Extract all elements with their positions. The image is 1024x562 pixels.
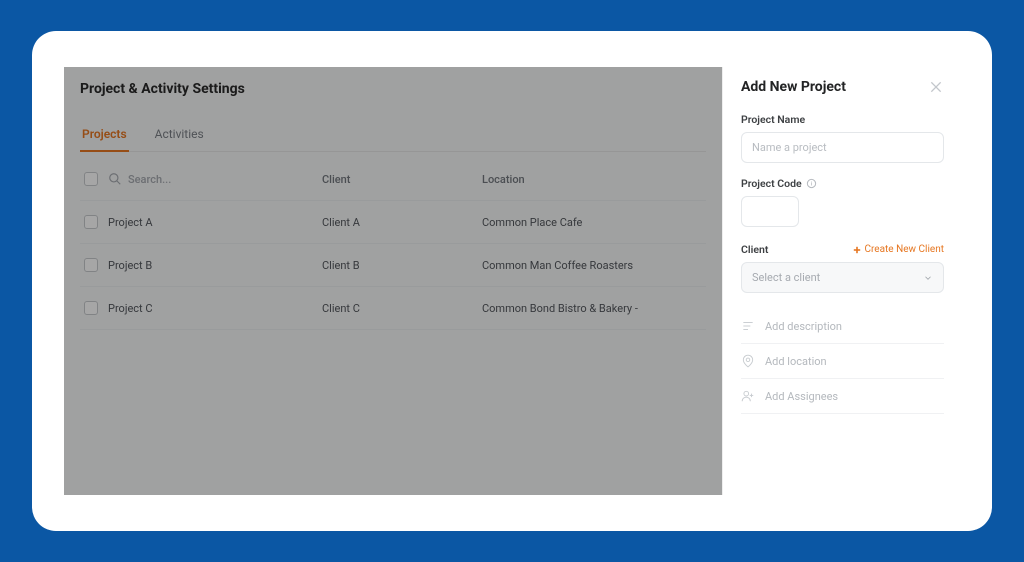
select-all-checkbox[interactable] — [84, 172, 98, 186]
tab-activities[interactable]: Activities — [153, 119, 206, 151]
cell-project-name: Project A — [108, 216, 322, 229]
cell-location: Common Place Cafe — [482, 216, 702, 229]
create-client-label: Create New Client — [864, 244, 944, 255]
tabs: Projects Activities — [80, 119, 706, 152]
info-icon[interactable]: i — [806, 178, 817, 189]
close-icon[interactable] — [928, 79, 944, 95]
search-cell[interactable]: Search... — [108, 172, 322, 186]
client-select[interactable]: Select a client — [741, 262, 944, 293]
add-description-row[interactable]: Add description — [741, 309, 944, 344]
projects-table: Search... Client Location Project A Clie… — [80, 158, 706, 330]
cell-client: Client C — [322, 302, 482, 315]
chevron-down-icon — [923, 273, 933, 283]
row-checkbox[interactable] — [84, 258, 98, 272]
add-project-panel: Add New Project Project Name Project Cod… — [722, 67, 960, 495]
add-description-label: Add description — [765, 320, 842, 333]
project-code-input[interactable] — [741, 196, 799, 227]
assignees-icon — [741, 389, 755, 403]
search-icon — [108, 172, 122, 186]
location-icon — [741, 354, 755, 368]
project-name-input[interactable] — [741, 132, 944, 163]
table-row[interactable]: Project B Client B Common Man Coffee Roa… — [80, 244, 706, 287]
client-label: Client — [741, 243, 768, 256]
add-location-label: Add location — [765, 355, 827, 368]
row-checkbox[interactable] — [84, 301, 98, 315]
main-inner: Project & Activity Settings Projects Act… — [64, 67, 722, 344]
col-header-location: Location — [482, 173, 702, 186]
tab-projects[interactable]: Projects — [80, 119, 129, 151]
outer-container: Project & Activity Settings Projects Act… — [32, 31, 992, 531]
page-title: Project & Activity Settings — [80, 81, 706, 97]
panel-title: Add New Project — [741, 79, 846, 95]
client-label-row: Client Create New Client — [741, 243, 944, 256]
project-name-label: Project Name — [741, 113, 944, 126]
project-code-label: Project Code i — [741, 177, 944, 190]
create-new-client-link[interactable]: Create New Client — [853, 244, 944, 255]
project-code-label-text: Project Code — [741, 177, 802, 190]
app-stage: Project & Activity Settings Projects Act… — [64, 67, 960, 495]
description-icon — [741, 319, 755, 333]
add-assignees-row[interactable]: Add Assignees — [741, 379, 944, 414]
col-header-client: Client — [322, 173, 482, 186]
add-location-row[interactable]: Add location — [741, 344, 944, 379]
search-placeholder: Search... — [128, 173, 171, 186]
table-header-row: Search... Client Location — [80, 158, 706, 201]
add-assignees-label: Add Assignees — [765, 390, 838, 403]
table-row[interactable]: Project C Client C Common Bond Bistro & … — [80, 287, 706, 330]
table-row[interactable]: Project A Client A Common Place Cafe — [80, 201, 706, 244]
cell-project-name: Project B — [108, 259, 322, 272]
cell-client: Client A — [322, 216, 482, 229]
client-select-placeholder: Select a client — [752, 271, 820, 284]
svg-text:i: i — [810, 182, 812, 188]
main-panel: Project & Activity Settings Projects Act… — [64, 67, 722, 495]
cell-location: Common Bond Bistro & Bakery - — [482, 302, 702, 315]
cell-location: Common Man Coffee Roasters — [482, 259, 702, 272]
row-checkbox[interactable] — [84, 215, 98, 229]
cell-project-name: Project C — [108, 302, 322, 315]
panel-header: Add New Project — [741, 79, 944, 95]
cell-client: Client B — [322, 259, 482, 272]
plus-icon — [853, 246, 861, 254]
